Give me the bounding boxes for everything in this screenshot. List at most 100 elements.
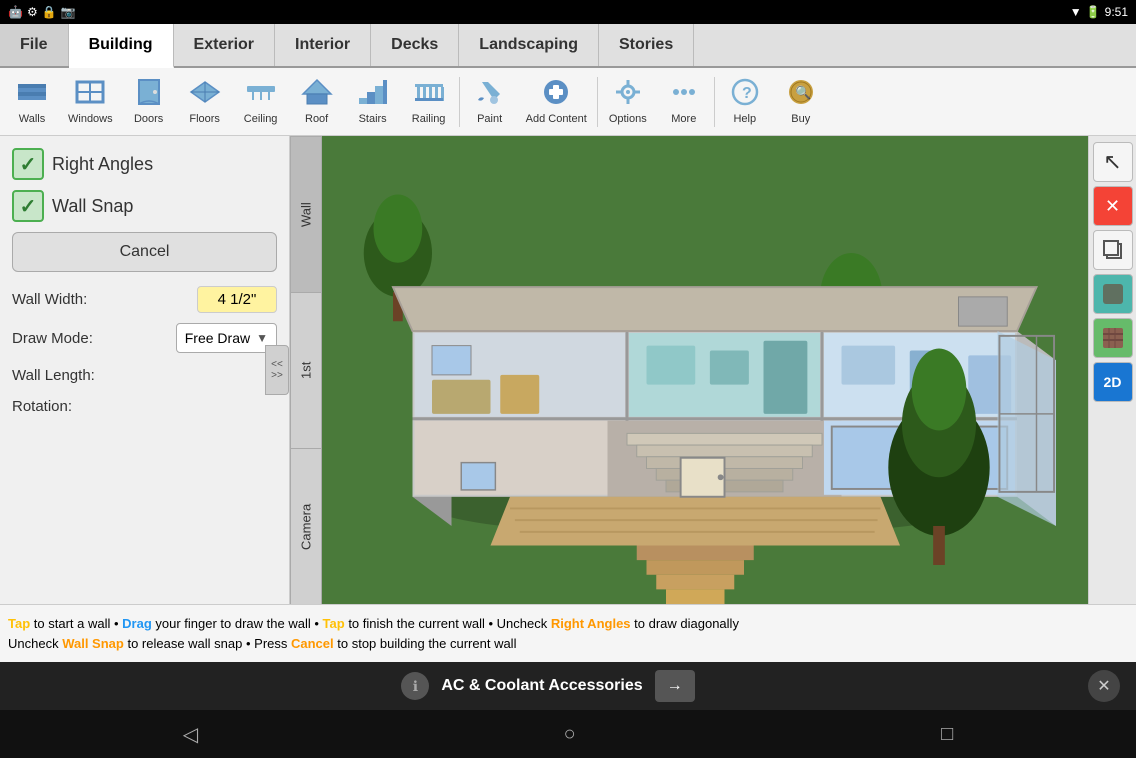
cancel-ref: Cancel <box>291 636 334 651</box>
tool-ceiling[interactable]: Ceiling <box>233 72 289 132</box>
wall-snap-label: Wall Snap <box>52 196 133 217</box>
tab-landscaping[interactable]: Landscaping <box>459 24 599 66</box>
tab-exterior[interactable]: Exterior <box>174 24 275 66</box>
home-button[interactable]: ○ <box>544 715 596 754</box>
info-line-1: Tap to start a wall • Drag your finger t… <box>8 614 1128 634</box>
ad-info-icon: ℹ <box>401 672 429 700</box>
windows-icon <box>74 78 106 111</box>
right-angles-label: Right Angles <box>52 154 153 175</box>
add-content-label: Add Content <box>526 113 587 125</box>
ad-close-button[interactable]: ✕ <box>1088 670 1120 702</box>
icon-apps: ⚙ <box>27 5 38 19</box>
right-angles-checkbox[interactable]: ✓ <box>12 148 44 180</box>
more-icon <box>668 78 700 111</box>
stairs-label: Stairs <box>359 113 387 125</box>
recent-button[interactable]: □ <box>921 715 973 754</box>
railing-icon <box>413 78 445 111</box>
tool-add-content[interactable]: Add Content <box>518 72 595 132</box>
tool-roof[interactable]: Roof <box>289 72 345 132</box>
wall-length-label: Wall Length: <box>12 367 95 384</box>
drag-text: Drag <box>122 616 152 631</box>
tab-file[interactable]: File <box>0 24 69 66</box>
dropdown-arrow-icon: ▼ <box>256 331 268 345</box>
tool-railing[interactable]: Railing <box>401 72 457 132</box>
tool-help[interactable]: ? Help <box>717 72 773 132</box>
buy-label: Buy <box>791 113 810 125</box>
draw-mode-value: Free Draw <box>185 330 250 346</box>
tab-building[interactable]: Building <box>69 24 174 68</box>
back-button[interactable]: ◁ <box>163 714 218 755</box>
buy-icon: 🔍 <box>785 78 817 111</box>
info-text-1: to start a wall • <box>34 616 122 631</box>
wall-snap-checkbox[interactable]: ✓ <box>12 190 44 222</box>
wall-length-row: Wall Length: <box>12 367 277 384</box>
right-angles-row: ✓ Right Angles <box>12 148 277 180</box>
collapse-down-arrow: >> <box>271 370 283 381</box>
info-bar: Tap to start a wall • Drag your finger t… <box>0 604 1136 662</box>
collapse-up-arrow: << <box>271 359 283 370</box>
tool-floors[interactable]: Floors <box>177 72 233 132</box>
info-text-4: to draw diagonally <box>634 616 739 631</box>
ceiling-label: Ceiling <box>244 113 278 125</box>
options-icon <box>612 78 644 111</box>
rotation-label: Rotation: <box>12 398 72 415</box>
wifi-icon: ▼ <box>1070 5 1082 19</box>
windows-label: Windows <box>68 113 113 125</box>
wall-width-label: Wall Width: <box>12 291 87 308</box>
add-content-icon <box>540 78 572 111</box>
right-tools-panel: ↖ ✕ <box>1088 136 1136 604</box>
tool-buy[interactable]: 🔍 Buy <box>773 72 829 132</box>
canvas-area[interactable] <box>322 136 1088 604</box>
tool-doors[interactable]: Doors <box>121 72 177 132</box>
paint-icon <box>474 78 506 111</box>
side-tab-camera[interactable]: Camera <box>291 448 321 604</box>
floors-icon <box>189 78 221 111</box>
help-label: Help <box>733 113 756 125</box>
draw-mode-label: Draw Mode: <box>12 330 93 347</box>
tool-paint[interactable]: Paint <box>462 72 518 132</box>
cursor-tool-button[interactable]: ↖ <box>1093 142 1133 182</box>
wall-width-value[interactable]: 4 1/2" <box>197 286 277 313</box>
texture-tool-button[interactable] <box>1093 318 1133 358</box>
tool-stairs[interactable]: Stairs <box>345 72 401 132</box>
material-tool-button[interactable] <box>1093 274 1133 314</box>
help-icon: ? <box>729 78 761 111</box>
railing-label: Railing <box>412 113 446 125</box>
side-tab-floor[interactable]: 1st <box>291 292 321 448</box>
wall-snap-row: ✓ Wall Snap <box>12 190 277 222</box>
tab-decks[interactable]: Decks <box>371 24 459 66</box>
rotation-row: Rotation: <box>12 398 277 415</box>
toolbar: Walls Windows Doors <box>0 68 1136 136</box>
svg-text:🔍: 🔍 <box>795 84 811 100</box>
ceiling-icon <box>245 78 277 111</box>
collapse-button[interactable]: << >> <box>265 345 289 395</box>
icon-lock: 🔒 <box>42 5 57 19</box>
wall-snap-check-mark: ✓ <box>20 194 37 219</box>
delete-tool-button[interactable]: ✕ <box>1093 186 1133 226</box>
ad-arrow-button[interactable]: → <box>655 670 695 702</box>
info-text-3: to finish the current wall • Uncheck <box>348 616 551 631</box>
floors-label: Floors <box>189 113 220 125</box>
cancel-button[interactable]: Cancel <box>12 232 277 272</box>
draw-mode-select[interactable]: Free Draw ▼ <box>176 323 277 353</box>
tool-walls[interactable]: Walls <box>4 72 60 132</box>
ad-content: ℹ AC & Coolant Accessories → <box>16 670 1080 702</box>
tab-interior[interactable]: Interior <box>275 24 371 66</box>
ad-title: AC & Coolant Accessories <box>441 677 642 695</box>
side-tab-wall[interactable]: Wall <box>291 136 321 292</box>
info-text-5: Uncheck <box>8 636 62 651</box>
icon-android: 🤖 <box>8 5 23 19</box>
tool-options[interactable]: Options <box>600 72 656 132</box>
copy-tool-button[interactable] <box>1093 230 1133 270</box>
status-time: 9:51 <box>1105 5 1128 19</box>
status-left-icons: 🤖 ⚙ 🔒 📷 <box>8 5 76 19</box>
tool-windows[interactable]: Windows <box>60 72 121 132</box>
tool-more[interactable]: More <box>656 72 712 132</box>
tap-1-text: Tap <box>8 616 30 631</box>
walls-label: Walls <box>19 113 45 125</box>
roof-icon <box>301 78 333 111</box>
doors-icon <box>133 78 165 111</box>
2d-view-button[interactable]: 2D <box>1093 362 1133 402</box>
tab-stories[interactable]: Stories <box>599 24 694 66</box>
info-text-6: to release wall snap • Press <box>127 636 291 651</box>
